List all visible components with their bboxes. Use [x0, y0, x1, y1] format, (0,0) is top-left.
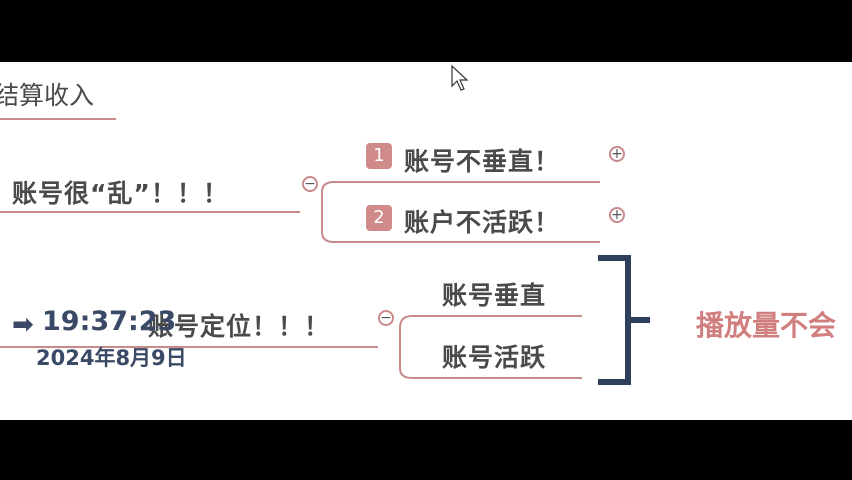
heading-label: 结算收入: [0, 81, 95, 110]
plus-circle-icon[interactable]: +: [609, 146, 625, 162]
right-arrow-icon: ➡: [12, 310, 34, 340]
mouse-cursor-icon: [451, 64, 469, 91]
heading-underline: [0, 118, 116, 120]
bracket: [598, 255, 631, 385]
child2-number-badge: 2: [366, 205, 392, 231]
mindmap-canvas: 结算收入 账号很“乱”！！！ − 1 账号不垂直！ + 2 账户不活跃！ + 账…: [0, 62, 852, 420]
child4-label[interactable]: 账号活跃: [442, 338, 546, 374]
overlay-time: 19:37:23: [42, 306, 177, 337]
branch1-label[interactable]: 账号很“乱”！！！: [12, 174, 229, 210]
child3-label[interactable]: 账号垂直: [442, 276, 546, 312]
child2-label[interactable]: 账户不活跃！: [404, 203, 560, 239]
plus-circle-icon[interactable]: +: [609, 207, 625, 223]
child1-number-badge: 1: [366, 143, 392, 169]
result-label: 播放量不会: [696, 309, 837, 342]
minus-circle-icon[interactable]: −: [302, 176, 318, 192]
overlay-date: 2024年8月9日: [36, 346, 187, 370]
minus-circle-icon[interactable]: −: [378, 310, 394, 326]
child1-label[interactable]: 账号不垂直！: [404, 142, 560, 178]
